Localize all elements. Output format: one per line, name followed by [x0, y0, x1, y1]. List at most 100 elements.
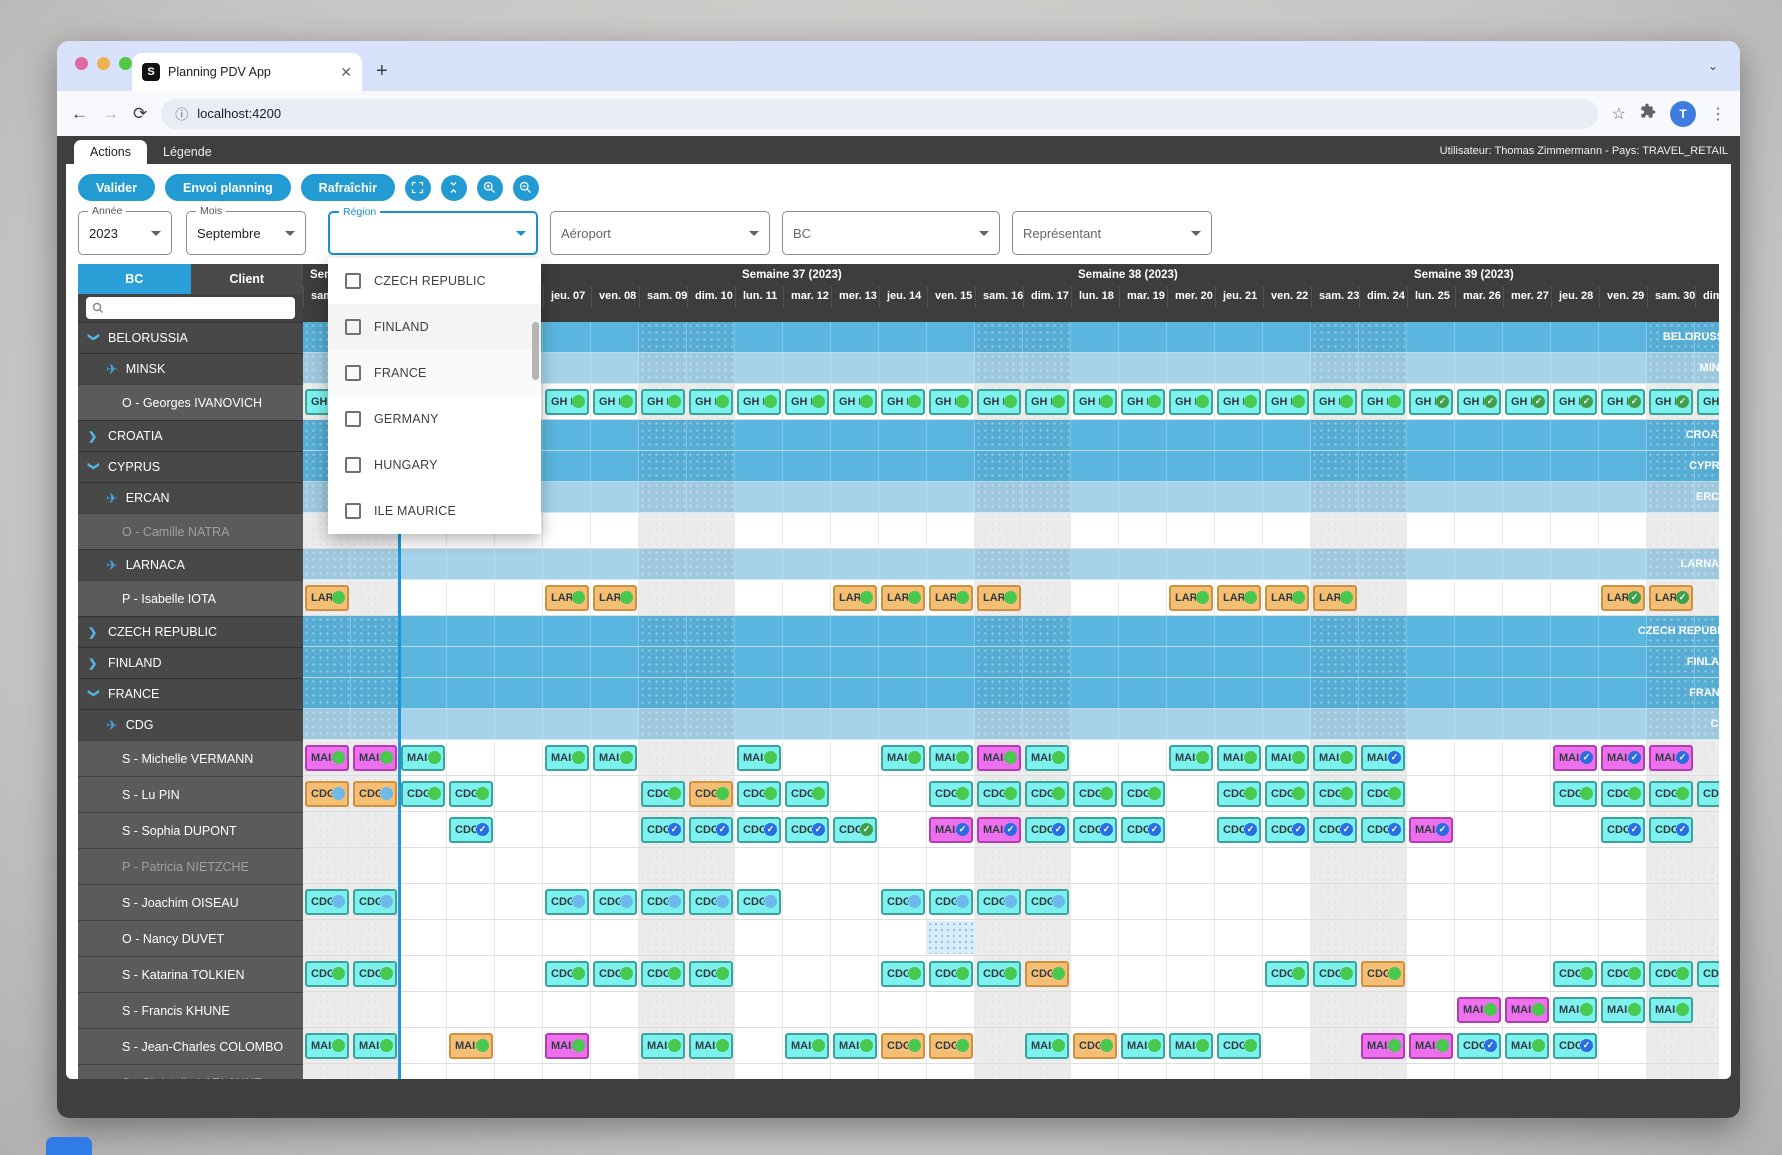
- dropdown-option[interactable]: FINLAND: [328, 304, 541, 350]
- schedule-cell[interactable]: [447, 848, 495, 883]
- schedule-cell[interactable]: [1503, 513, 1551, 548]
- schedule-badge[interactable]: MAIS✓: [929, 817, 973, 843]
- profile-avatar[interactable]: T: [1670, 101, 1696, 127]
- schedule-cell[interactable]: [1455, 580, 1503, 615]
- schedule-cell[interactable]: [1503, 740, 1551, 775]
- browser-menu-icon[interactable]: ⋮: [1710, 104, 1726, 124]
- year-select[interactable]: Année 2023: [78, 211, 172, 255]
- expand-icon[interactable]: [405, 175, 431, 201]
- schedule-cell[interactable]: [1359, 580, 1407, 615]
- schedule-cell[interactable]: [447, 956, 495, 991]
- schedule-badge[interactable]: CDG✓: [1553, 1033, 1597, 1059]
- schedule-badge[interactable]: GH M: [1361, 389, 1405, 415]
- schedule-cell[interactable]: [1407, 956, 1455, 991]
- schedule-cell[interactable]: [1359, 848, 1407, 883]
- zoom-in-icon[interactable]: [477, 175, 503, 201]
- chevron-right-icon[interactable]: ❯: [88, 657, 100, 670]
- schedule-badge[interactable]: GH M: [593, 389, 637, 415]
- schedule-badge[interactable]: CDG: [1649, 961, 1693, 987]
- schedule-cell[interactable]: [1407, 992, 1455, 1027]
- schedule-cell[interactable]: [1695, 1064, 1719, 1079]
- schedule-cell[interactable]: [399, 956, 447, 991]
- schedule-badge[interactable]: CDG✓: [1265, 817, 1309, 843]
- schedule-badge[interactable]: MAIS✓: [1649, 745, 1693, 771]
- schedule-cell[interactable]: [1023, 580, 1071, 615]
- schedule-cell[interactable]: [1695, 992, 1719, 1027]
- schedule-badge[interactable]: CDG: [1697, 961, 1719, 987]
- schedule-cell[interactable]: [639, 920, 687, 955]
- schedule-cell[interactable]: [495, 776, 543, 811]
- schedule-cell[interactable]: [1167, 992, 1215, 1027]
- schedule-cell[interactable]: [1023, 1064, 1071, 1079]
- schedule-badge[interactable]: MAIS✓: [1601, 745, 1645, 771]
- checkbox-icon[interactable]: [345, 457, 361, 473]
- schedule-badge[interactable]: CDG: [1025, 889, 1069, 915]
- schedule-cell[interactable]: [1551, 848, 1599, 883]
- schedule-badge[interactable]: MAIS: [1169, 745, 1213, 771]
- sidebar-item-cyprus[interactable]: ❯CYPRUS: [78, 451, 303, 482]
- schedule-cell[interactable]: [783, 992, 831, 1027]
- schedule-cell[interactable]: [831, 920, 879, 955]
- schedule-badge[interactable]: CDG: [737, 889, 781, 915]
- checkbox-icon[interactable]: [345, 411, 361, 427]
- schedule-cell[interactable]: [1647, 1064, 1695, 1079]
- schedule-cell[interactable]: [1311, 848, 1359, 883]
- schedule-cell[interactable]: [399, 920, 447, 955]
- schedule-cell[interactable]: [1359, 992, 1407, 1027]
- schedule-cell[interactable]: [543, 513, 591, 548]
- schedule-cell[interactable]: [495, 956, 543, 991]
- sidebar-tab-client[interactable]: Client: [191, 264, 304, 294]
- schedule-badge[interactable]: CDG: [1217, 781, 1261, 807]
- checkbox-icon[interactable]: [345, 273, 361, 289]
- schedule-cell[interactable]: [1359, 920, 1407, 955]
- schedule-badge[interactable]: GH M: [1217, 389, 1261, 415]
- schedule-badge[interactable]: GH M: [545, 389, 589, 415]
- checkbox-icon[interactable]: [345, 365, 361, 381]
- sidebar-item-o-nancy-duvet[interactable]: O - Nancy DUVET: [78, 920, 303, 956]
- schedule-cell[interactable]: [1071, 884, 1119, 919]
- schedule-cell[interactable]: [1167, 776, 1215, 811]
- schedule-cell[interactable]: [831, 992, 879, 1027]
- sidebar-item-cdg[interactable]: ✈CDG: [78, 709, 303, 740]
- schedule-badge[interactable]: MAIS: [353, 745, 397, 771]
- schedule-cell[interactable]: [447, 580, 495, 615]
- schedule-badge[interactable]: GH M: [737, 389, 781, 415]
- schedule-badge[interactable]: MAIS✓: [1361, 745, 1405, 771]
- schedule-cell[interactable]: [639, 1064, 687, 1079]
- schedule-badge[interactable]: CDG: [641, 889, 685, 915]
- sidebar-item-s-katarina-tolkien[interactable]: S - Katarina TOLKIEN: [78, 956, 303, 992]
- schedule-cell[interactable]: [1311, 1028, 1359, 1063]
- schedule-cell[interactable]: [879, 776, 927, 811]
- close-window-button[interactable]: [75, 57, 88, 70]
- airport-select[interactable]: Aéroport: [550, 211, 770, 255]
- schedule-cell[interactable]: [831, 848, 879, 883]
- schedule-cell[interactable]: [591, 992, 639, 1027]
- region-select[interactable]: Région: [328, 211, 538, 255]
- schedule-badge[interactable]: CDG✓: [1025, 817, 1069, 843]
- schedule-badge[interactable]: MAIS: [737, 745, 781, 771]
- schedule-cell[interactable]: [1551, 513, 1599, 548]
- schedule-cell[interactable]: [831, 1064, 879, 1079]
- schedule-cell[interactable]: [351, 920, 399, 955]
- schedule-cell[interactable]: [447, 740, 495, 775]
- search-input[interactable]: [86, 297, 295, 319]
- schedule-cell[interactable]: [495, 884, 543, 919]
- schedule-cell[interactable]: [303, 1064, 351, 1079]
- schedule-badge[interactable]: LARN: [833, 585, 877, 611]
- schedule-cell[interactable]: [399, 992, 447, 1027]
- schedule-cell[interactable]: [543, 848, 591, 883]
- dropdown-option[interactable]: HUNGARY: [328, 442, 541, 488]
- schedule-cell[interactable]: [543, 920, 591, 955]
- schedule-cell[interactable]: [1023, 920, 1071, 955]
- schedule-badge[interactable]: CDG: [545, 889, 589, 915]
- schedule-cell[interactable]: [447, 884, 495, 919]
- schedule-badge[interactable]: CDG: [1313, 961, 1357, 987]
- schedule-cell[interactable]: [303, 920, 351, 955]
- schedule-badge[interactable]: CDG: [1553, 781, 1597, 807]
- schedule-cell[interactable]: [1695, 1028, 1719, 1063]
- schedule-cell[interactable]: [975, 1064, 1023, 1079]
- schedule-badge[interactable]: CDG: [1697, 781, 1719, 807]
- schedule-cell[interactable]: [783, 884, 831, 919]
- schedule-badge[interactable]: GH M: [641, 389, 685, 415]
- schedule-badge[interactable]: MAIS✓: [1409, 817, 1453, 843]
